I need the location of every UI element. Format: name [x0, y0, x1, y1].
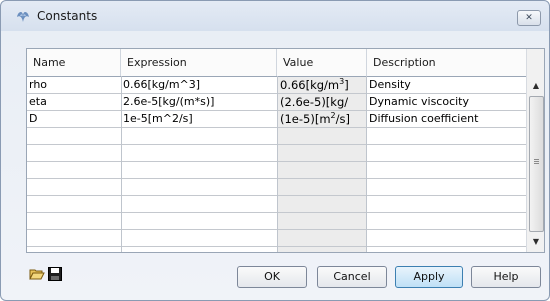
column-header-value[interactable]: Value: [277, 49, 367, 76]
cell-expression[interactable]: 1e-5[m^2/s]: [121, 111, 276, 127]
cell-name[interactable]: D: [27, 111, 120, 127]
title-bar: Constants ✕: [1, 1, 549, 31]
cell-value: 0.66[kg/m3]: [280, 77, 349, 92]
table-grid: Name Expression Value Description rho 0.…: [27, 49, 526, 252]
close-icon: ✕: [525, 13, 533, 23]
ok-button[interactable]: OK: [237, 266, 307, 288]
cell-description[interactable]: Density: [367, 77, 526, 93]
dialog-title: Constants: [37, 9, 98, 23]
column-divider: [366, 76, 367, 252]
folder-open-icon[interactable]: [29, 266, 45, 282]
column-header-description[interactable]: Description: [367, 49, 526, 76]
cell-name[interactable]: eta: [27, 94, 120, 110]
scrollbar-thumb[interactable]: [529, 96, 544, 232]
cell-value: (1e-5)[m2/s]: [280, 111, 350, 126]
scroll-up-arrow[interactable]: ▲: [527, 77, 544, 95]
cell-name[interactable]: rho: [27, 77, 120, 93]
vertical-scrollbar[interactable]: ▲ ▼: [526, 49, 544, 252]
floppy-save-icon[interactable]: [47, 266, 63, 282]
column-divider: [277, 76, 278, 252]
cell-expression[interactable]: 0.66[kg/m^3]: [121, 77, 276, 93]
cell-expression[interactable]: 2.6e-5[kg/(m*s)]: [121, 94, 276, 110]
cell-description[interactable]: Dynamic viscocity: [367, 94, 526, 110]
cell-value: (2.6e-5)[kg/: [280, 95, 349, 109]
cancel-button[interactable]: Cancel: [317, 266, 387, 288]
apply-button[interactable]: Apply: [395, 266, 463, 288]
close-button[interactable]: ✕: [517, 10, 541, 26]
constants-dialog: Constants ✕ Name Expression Value Descri…: [0, 0, 550, 301]
column-divider: [121, 76, 122, 252]
scroll-down-arrow[interactable]: ▼: [527, 233, 544, 251]
constants-table: Name Expression Value Description rho 0.…: [26, 48, 545, 253]
help-button[interactable]: Help: [471, 266, 541, 288]
thumb-grip-icon: [534, 159, 539, 160]
column-header-expression[interactable]: Expression: [121, 49, 277, 76]
cell-description[interactable]: Diffusion coefficient: [367, 111, 526, 127]
comsol-app-icon: [17, 11, 29, 22]
column-header-name[interactable]: Name: [27, 49, 121, 76]
